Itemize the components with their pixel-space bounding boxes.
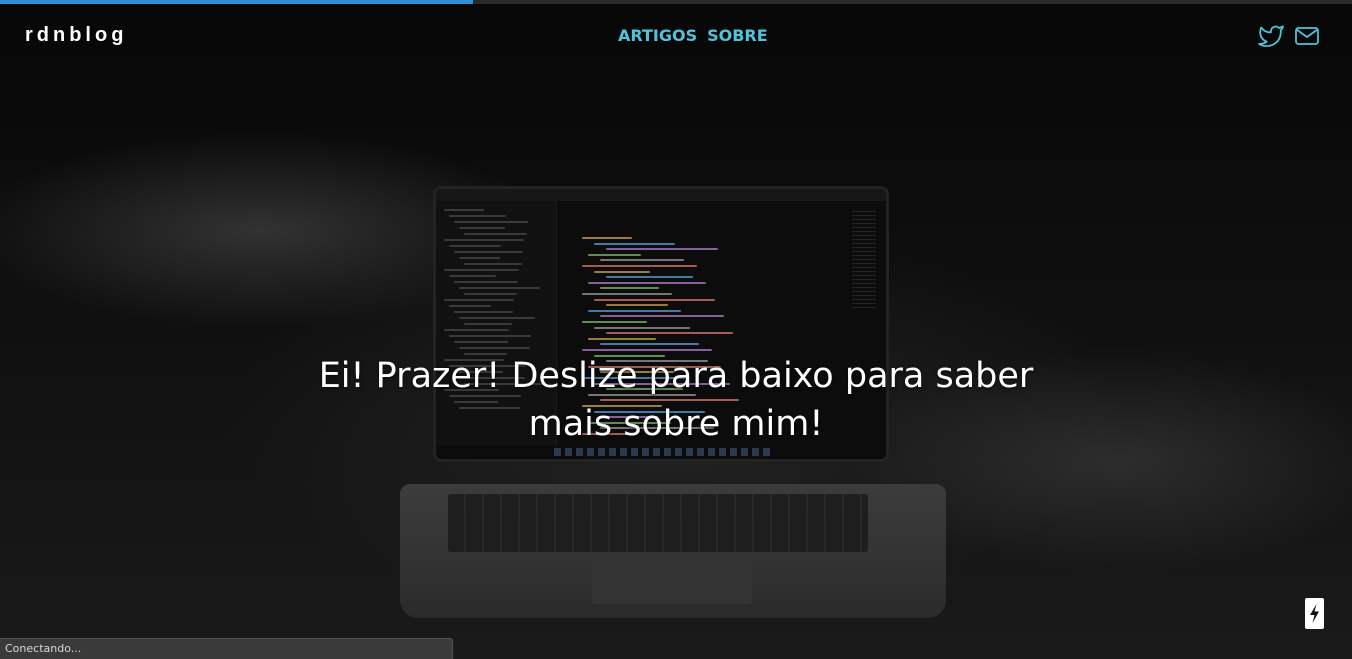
background-sidebar-line <box>444 239 524 241</box>
background-sidebar-line <box>454 251 523 253</box>
background-code-line <box>594 270 650 273</box>
background-code-line <box>606 248 718 251</box>
background-sidebar-line <box>444 329 509 331</box>
background-code-line <box>588 309 681 312</box>
background-sidebar-line <box>459 347 530 349</box>
hero-title-line-2: mais sobre mim! <box>528 404 824 444</box>
background-sidebar-line <box>459 257 500 259</box>
background-sidebar-line <box>459 227 505 229</box>
background-code-line <box>600 343 699 346</box>
background-sidebar-line <box>444 299 514 301</box>
background-code-line <box>582 349 712 351</box>
background-code-line <box>594 326 690 329</box>
hero-title: Ei! Prazer! Deslize para baixo para sabe… <box>276 352 1076 448</box>
background-code-line <box>582 293 672 295</box>
background-sidebar-line <box>454 281 518 283</box>
background-dock <box>554 448 774 456</box>
background-code-line <box>606 332 733 335</box>
background-code-line <box>588 253 641 256</box>
mail-link[interactable] <box>1294 24 1320 48</box>
main-nav: ARTIGOS SOBRE <box>618 26 768 45</box>
background-sidebar-line <box>449 215 506 217</box>
background-code-line <box>600 315 724 318</box>
background-code-line <box>600 287 659 290</box>
browser-status-bar: Conectando... <box>0 638 453 659</box>
social-links <box>1258 24 1320 48</box>
background-laptop-base <box>400 484 946 618</box>
background-sidebar-line <box>459 317 535 319</box>
background-code-line <box>594 242 675 245</box>
background-sidebar-line <box>444 209 484 211</box>
background-sidebar-line <box>449 305 491 307</box>
bolt-button[interactable] <box>1305 598 1324 629</box>
background-code-line <box>582 237 632 239</box>
lightning-bolt-icon <box>1310 604 1319 623</box>
site-logo[interactable]: rdnblog <box>25 24 127 47</box>
background-code-line <box>594 298 715 301</box>
background-sidebar-line <box>454 221 528 223</box>
background-code-line <box>588 281 706 284</box>
twitter-icon <box>1258 25 1284 47</box>
page-viewport: rdnblog ARTIGOS SOBRE Ei! Prazer! Desliz… <box>0 0 1352 659</box>
background-editor-titlebar <box>436 189 886 201</box>
background-sidebar-line <box>464 263 522 265</box>
background-code-line <box>582 265 697 267</box>
background-laptop-trackpad <box>592 560 752 604</box>
background-code-line <box>606 276 693 279</box>
background-sidebar-line <box>464 323 512 325</box>
background-code-line <box>588 337 656 340</box>
background-sidebar-line <box>449 275 496 277</box>
mail-icon <box>1295 27 1319 45</box>
background-sidebar-line <box>454 341 508 343</box>
background-laptop-keyboard <box>448 494 868 552</box>
site-header: rdnblog ARTIGOS SOBRE <box>0 4 1352 68</box>
hero-title-line-1: Ei! Prazer! Deslize para baixo para sabe… <box>318 356 1034 396</box>
background-code-line <box>606 304 668 307</box>
background-sidebar-line <box>464 233 527 235</box>
twitter-link[interactable] <box>1258 24 1284 48</box>
nav-link-artigos[interactable]: ARTIGOS <box>618 26 697 45</box>
background-sidebar-line <box>464 293 517 295</box>
background-sidebar-line <box>449 245 501 247</box>
background-sidebar-line <box>444 269 519 271</box>
background-code-line <box>600 259 684 262</box>
background-sidebar-line <box>449 335 531 337</box>
background-code-line <box>582 321 647 323</box>
nav-link-sobre[interactable]: SOBRE <box>707 26 768 45</box>
background-sidebar-line <box>454 311 513 313</box>
status-text: Conectando... <box>5 642 82 655</box>
background-sidebar-line <box>459 287 540 289</box>
background-editor-minimap <box>852 211 876 311</box>
